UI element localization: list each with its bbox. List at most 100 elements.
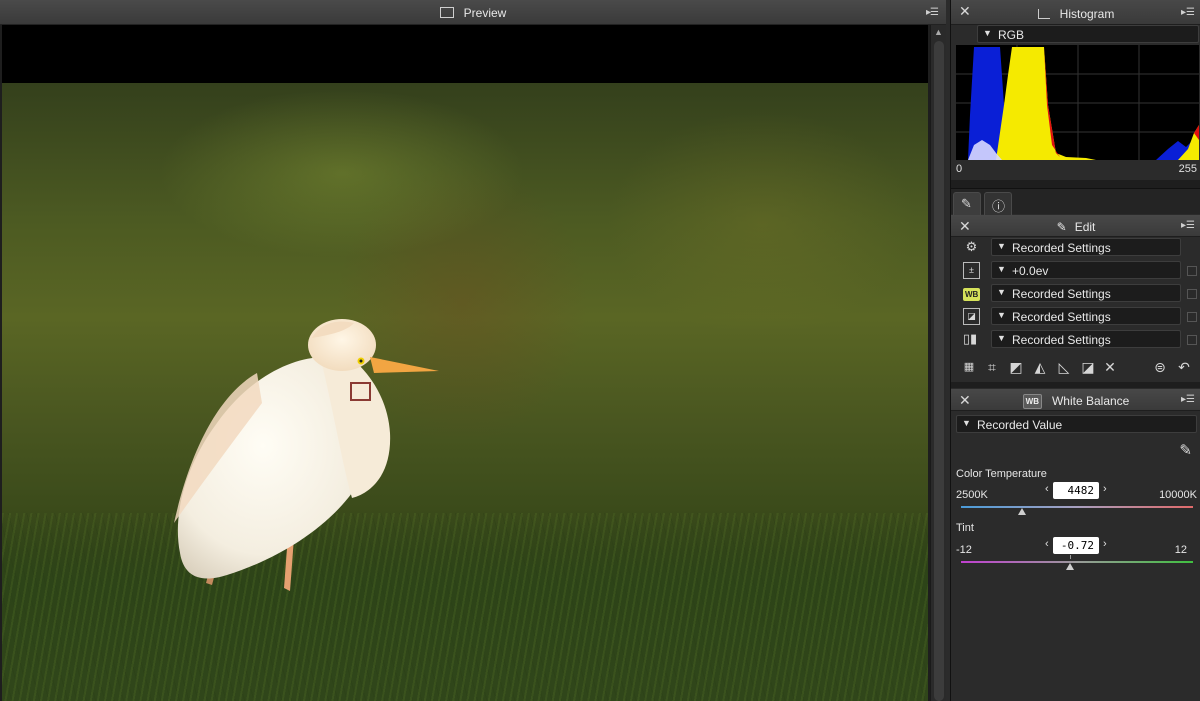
edit-toolbar: ▦ ⌗ ◩ ◭ ◺ ◪ ✕ ⊜ ↶ [951, 354, 1200, 380]
tone-icon[interactable]: ◪ [1078, 357, 1098, 377]
panel-menu-icon[interactable]: ▸☰ [1181, 394, 1195, 405]
chevron-down-icon: ▼ [997, 241, 1006, 251]
gear-icon[interactable]: ⚙ [963, 239, 980, 256]
edit-title-label: Edit [1074, 220, 1096, 234]
edit-header: ✕ ✎ Edit ▸☰ [951, 215, 1200, 237]
preview-header: Preview ▸☰ [0, 0, 946, 25]
panel-menu-icon[interactable]: ▸☰ [1181, 220, 1195, 231]
color-temperature-label: Color Temperature [956, 468, 1047, 480]
white-balance-mode-select[interactable]: ▼ Recorded Value [956, 415, 1197, 433]
tint-slider[interactable] [961, 561, 1193, 563]
picture-control-icon[interactable]: ◪ [963, 308, 980, 325]
active-d-lighting-icon[interactable]: ▯▮ [958, 331, 982, 348]
wb-icon[interactable]: WB [963, 285, 981, 302]
color-temperature-slider-thumb[interactable] [1018, 508, 1027, 515]
preview-title: Preview [0, 6, 946, 20]
temperature-increase-button[interactable]: › [1103, 483, 1107, 495]
exposure-select[interactable]: ▼ +0.0ev [991, 261, 1181, 279]
white-balance-mode-value: Recorded Value [977, 418, 1063, 432]
panel-menu-icon[interactable]: ▸☰ [926, 7, 939, 18]
color-temperature-input[interactable]: 4482 [1053, 482, 1099, 499]
chevron-down-icon: ▼ [997, 287, 1006, 297]
histogram-title-label: Histogram [1059, 7, 1115, 21]
active-d-lighting-select[interactable]: ▼ Recorded Settings [991, 330, 1181, 348]
edit-row-active-d-lighting: ▯▮ ▼ Recorded Settings [951, 329, 1200, 351]
panel-menu-icon[interactable]: ▸☰ [1181, 7, 1195, 18]
histogram-icon [1037, 9, 1050, 19]
white-balance-title: WB White Balance [951, 394, 1200, 409]
white-balance-header: ✕ WB White Balance ▸☰ [951, 389, 1200, 411]
active-d-lighting-value: Recorded Settings [1012, 333, 1111, 347]
histogram-channel-select[interactable]: ▼ RGB [977, 25, 1199, 43]
preview-scrollbar[interactable]: ▲ [930, 25, 946, 701]
history-icon[interactable]: ⊜ [1150, 357, 1170, 377]
temperature-decrease-button[interactable]: ‹ [1045, 483, 1049, 495]
chevron-down-icon: ▼ [997, 333, 1006, 343]
color-temperature-slider[interactable] [961, 506, 1193, 508]
palette-tabs: ✎ ⓘ [951, 188, 1200, 215]
chevron-down-icon: ▼ [997, 264, 1006, 274]
white-balance-checkbox[interactable] [1187, 289, 1197, 299]
edit-title: ✎ Edit [951, 220, 1200, 234]
frame-icon [439, 7, 454, 18]
white-balance-value: Recorded Settings [1012, 287, 1111, 301]
exposure-value: +0.0ev [1012, 264, 1049, 278]
scroll-up-icon[interactable]: ▲ [934, 27, 943, 37]
wb-icon: WB [1022, 394, 1042, 409]
histogram-max-label: 255 [1178, 163, 1197, 175]
exposure-checkbox[interactable] [1187, 266, 1197, 276]
white-balance-select[interactable]: ▼ Recorded Settings [991, 284, 1181, 302]
edit-icon: ✎ [1056, 220, 1067, 234]
chevron-down-icon: ▼ [997, 310, 1006, 320]
temperature-max-label: 10000K [1159, 489, 1197, 501]
tint-slider-thumb[interactable] [1066, 563, 1075, 570]
settings-value: Recorded Settings [1012, 241, 1111, 255]
eyedropper-icon[interactable]: ✎ [1179, 441, 1192, 459]
retouch-brush-icon[interactable]: ✕ [1100, 357, 1120, 377]
undo-icon[interactable]: ↶ [1174, 357, 1194, 377]
edit-row-picture-control: ◪ ▼ Recorded Settings [951, 306, 1200, 328]
tab-edit[interactable]: ✎ [953, 192, 981, 215]
preview-letterbox [2, 25, 928, 83]
panel-divider [951, 180, 1200, 188]
preview-panel: Preview ▸☰ ▲ [0, 0, 946, 701]
edit-icon: ✎ [961, 196, 972, 211]
right-sidebar: ✕ Histogram ▸☰ ▼ RGB 0 255 ✎ ⓘ ✕ ✎ Edit ▸… [950, 0, 1200, 701]
exposure-icon[interactable]: ± [963, 262, 980, 279]
perspective-icon[interactable]: ◺ [1054, 357, 1074, 377]
picture-control-select[interactable]: ▼ Recorded Settings [991, 307, 1181, 325]
histogram-title: Histogram [951, 7, 1200, 21]
chevron-down-icon: ▼ [962, 418, 971, 428]
histogram-min-label: 0 [956, 163, 963, 175]
edit-row-exposure: ± ▼ +0.0ev [951, 260, 1200, 282]
edit-row-white-balance: WB ▼ Recorded Settings [951, 283, 1200, 305]
tint-center-tick [1070, 555, 1071, 559]
histogram-header: ✕ Histogram ▸☰ [951, 0, 1200, 25]
picture-control-value: Recorded Settings [1012, 310, 1111, 324]
tint-decrease-button[interactable]: ‹ [1045, 538, 1049, 550]
tint-max-label: 12 [1174, 544, 1187, 556]
tint-input[interactable]: -0.72 [1053, 537, 1099, 554]
edit-row-settings: ⚙ ▼ Recorded Settings [951, 237, 1200, 259]
temperature-min-label: 2500K [956, 489, 988, 501]
crop-icon[interactable]: ⌗ [982, 357, 1002, 377]
wb-badge: WB [963, 288, 981, 301]
picture-control-checkbox[interactable] [1187, 312, 1197, 322]
white-balance-title-label: White Balance [1051, 394, 1130, 408]
preview-title-label: Preview [463, 6, 507, 20]
lch-icon[interactable]: ◭ [1030, 357, 1050, 377]
tint-increase-button[interactable]: › [1103, 538, 1107, 550]
settings-select[interactable]: ▼ Recorded Settings [991, 238, 1181, 256]
tint-min-label: -12 [956, 544, 972, 556]
histogram-channel-value: RGB [998, 28, 1025, 42]
chevron-down-icon: ▼ [983, 28, 992, 38]
tint-label: Tint [956, 522, 974, 534]
scrollbar-thumb[interactable] [934, 41, 944, 701]
preview-image[interactable] [2, 83, 928, 701]
active-d-lighting-checkbox[interactable] [1187, 335, 1197, 345]
info-icon: ⓘ [992, 199, 1006, 214]
noise-reduction-icon[interactable]: ▦ [959, 357, 979, 377]
levels-curves-icon[interactable]: ◩ [1006, 357, 1026, 377]
egret-subject [174, 319, 439, 591]
tab-info[interactable]: ⓘ [984, 192, 1012, 215]
